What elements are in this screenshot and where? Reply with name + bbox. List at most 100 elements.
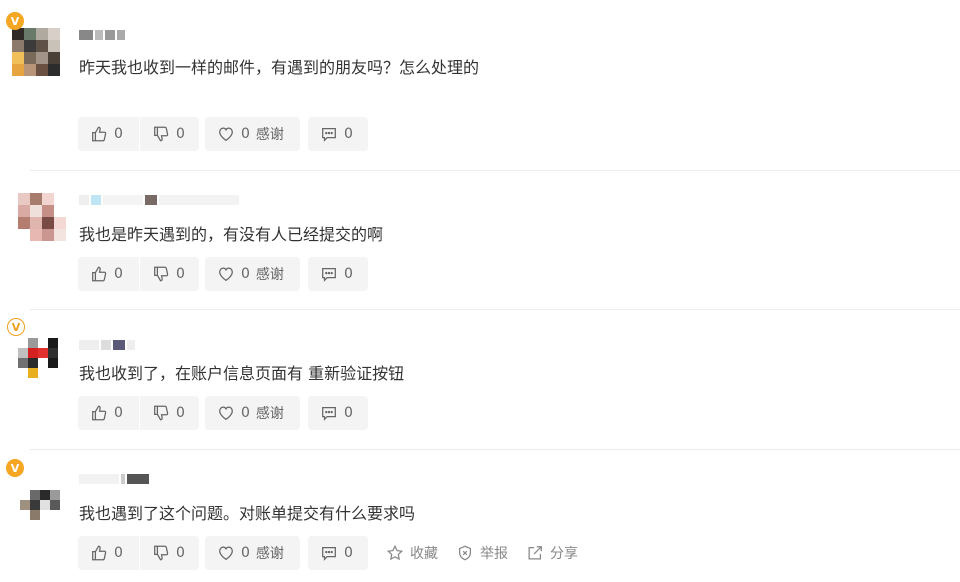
heart-icon <box>219 127 233 142</box>
share-button[interactable]: 分享 <box>526 536 578 570</box>
comment-actions: 0 0 0 感谢 0 <box>78 396 368 430</box>
username[interactable] <box>79 28 125 42</box>
thanks-count: 0 <box>241 126 250 142</box>
avatar[interactable] <box>18 193 66 241</box>
username[interactable] <box>79 472 149 486</box>
comment-item: V 我也遇到了这个问题。对账单提交有什么要求吗 0 0 0 感谢 0 收藏 举报 <box>0 450 960 582</box>
avatar-pixel <box>50 480 60 490</box>
avatar-pixel <box>12 52 24 64</box>
avatar-pixel <box>48 64 60 76</box>
thanks-count: 0 <box>241 405 250 421</box>
comment-item: 我也是昨天遇到的，有没有人已经提交的啊 0 0 0 感谢 0 <box>0 171 960 309</box>
share-icon <box>528 546 542 560</box>
avatar-pixel <box>18 229 30 241</box>
avatar-pixel <box>36 40 48 52</box>
username[interactable] <box>79 193 239 207</box>
comment-actions: 0 0 0 感谢 0 收藏 举报 分享 <box>78 536 578 570</box>
thanks-button[interactable]: 0 感谢 <box>205 117 300 151</box>
avatar-pixel <box>18 193 30 205</box>
report-button[interactable]: 举报 <box>456 536 508 570</box>
favorite-button[interactable]: 收藏 <box>386 536 438 570</box>
avatar-pixel <box>48 338 58 348</box>
avatar-pixel <box>24 64 36 76</box>
reply-count: 0 <box>344 126 353 142</box>
reply-button[interactable]: 0 <box>308 396 368 430</box>
thanks-button[interactable]: 0 感谢 <box>205 257 300 291</box>
comment-icon <box>322 406 336 421</box>
avatar-pixel <box>54 193 66 205</box>
avatar-pixel <box>36 52 48 64</box>
verified-badge-icon: V <box>6 12 24 30</box>
avatar-pixel <box>42 205 54 217</box>
avatar[interactable] <box>18 338 58 378</box>
like-count: 0 <box>114 405 123 421</box>
dislike-count: 0 <box>176 126 185 142</box>
avatar-pixel <box>12 40 24 52</box>
avatar-pixel <box>24 40 36 52</box>
avatar-pixel <box>30 480 40 490</box>
avatar-pixel <box>36 28 48 40</box>
thumbs-up-icon <box>92 545 107 561</box>
reply-count: 0 <box>344 545 353 561</box>
reply-button[interactable]: 0 <box>308 257 368 291</box>
avatar-pixel <box>50 500 60 510</box>
avatar-pixel <box>30 510 40 520</box>
dislike-button[interactable]: 0 <box>140 257 199 291</box>
avatar-pixel <box>54 205 66 217</box>
avatar-pixel <box>18 217 30 229</box>
avatar-pixel <box>42 193 54 205</box>
favorite-label: 收藏 <box>410 546 438 562</box>
avatar-pixel <box>30 229 42 241</box>
comment-item: V 我也收到了，在账户信息页面有 重新验证按钮 0 0 0 感谢 0 <box>0 310 960 449</box>
thanks-label: 感谢 <box>255 267 284 283</box>
dislike-button[interactable]: 0 <box>140 396 199 430</box>
dislike-button[interactable]: 0 <box>140 117 199 151</box>
avatar-pixel <box>12 64 24 76</box>
thanks-label: 感谢 <box>255 127 284 143</box>
avatar-pixel <box>48 28 60 40</box>
heart-icon <box>219 546 233 561</box>
thumbs-down-icon <box>154 405 169 421</box>
avatar-pixel <box>40 480 50 490</box>
avatar-pixel <box>54 217 66 229</box>
thumbs-down-icon <box>154 545 169 561</box>
thanks-count: 0 <box>241 545 250 561</box>
like-count: 0 <box>114 126 123 142</box>
avatar-pixel <box>38 338 48 348</box>
comment-icon <box>322 546 336 561</box>
thanks-button[interactable]: 0 感谢 <box>205 536 300 570</box>
avatar-pixel <box>42 229 54 241</box>
avatar-pixel <box>24 52 36 64</box>
thanks-button[interactable]: 0 感谢 <box>205 396 300 430</box>
dislike-count: 0 <box>176 405 185 421</box>
heart-icon <box>219 406 233 421</box>
avatar[interactable] <box>12 28 60 76</box>
comment-text: 我也是昨天遇到的，有没有人已经提交的啊 <box>79 225 384 244</box>
star-icon <box>386 544 404 561</box>
avatar-pixel <box>38 358 48 368</box>
avatar-pixel <box>18 368 28 378</box>
like-button[interactable]: 0 <box>78 257 139 291</box>
username[interactable] <box>79 338 135 352</box>
comment-actions: 0 0 0 感谢 0 <box>78 117 368 151</box>
avatar[interactable] <box>20 480 60 520</box>
like-button[interactable]: 0 <box>78 396 139 430</box>
heart-icon <box>219 267 233 282</box>
avatar-pixel <box>50 510 60 520</box>
avatar-pixel <box>18 348 28 358</box>
like-button[interactable]: 0 <box>78 117 139 151</box>
avatar-pixel <box>38 348 48 358</box>
dislike-button[interactable]: 0 <box>140 536 199 570</box>
avatar-pixel <box>40 500 50 510</box>
dislike-count: 0 <box>176 266 185 282</box>
comment-item: V 昨天我也收到一样的邮件，有遇到的朋友吗？怎么处理的 0 0 0 感谢 0 <box>0 0 960 170</box>
thumbs-down-icon <box>154 126 169 142</box>
reply-button[interactable]: 0 <box>308 117 368 151</box>
avatar-pixel <box>18 338 28 348</box>
verified-badge-icon: V <box>7 318 25 336</box>
avatar-pixel <box>28 348 38 358</box>
like-button[interactable]: 0 <box>78 536 139 570</box>
reply-button[interactable]: 0 <box>308 536 368 570</box>
avatar-pixel <box>28 358 38 368</box>
avatar-pixel <box>48 368 58 378</box>
